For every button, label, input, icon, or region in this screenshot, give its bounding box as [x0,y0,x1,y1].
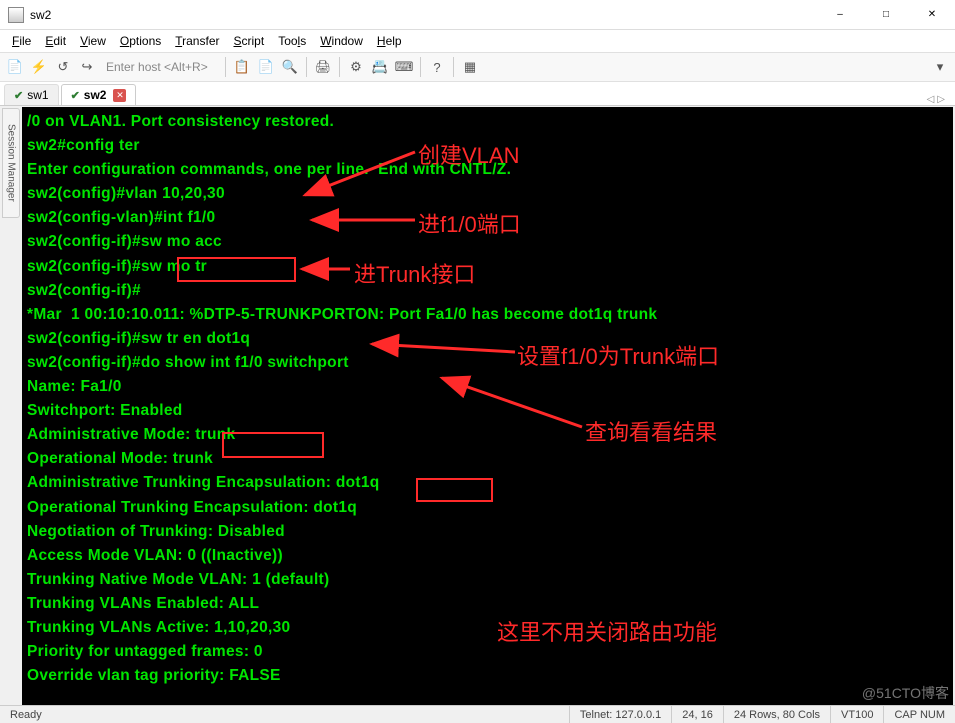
terminal-line: sw2(config-if)#do show int f1/0 switchpo… [27,351,948,375]
minimize-button[interactable]: – [817,0,863,30]
close-button[interactable]: ✕ [909,0,955,30]
settings-icon[interactable]: ⚙ [345,56,367,78]
status-position: 24, 16 [671,706,723,723]
terminal-line: Override vlan tag priority: FALSE [27,664,948,688]
menu-view[interactable]: View [74,32,112,50]
window-title: sw2 [30,8,51,22]
terminal-line: Trunking VLANs Enabled: ALL [27,592,948,616]
quick-connect-icon[interactable]: ⚡ [28,56,50,78]
menu-help[interactable]: Help [371,32,408,50]
menu-window[interactable]: Window [314,32,369,50]
terminal-line: Operational Mode: trunk [27,447,948,471]
copy-icon[interactable]: 📋 [231,56,253,78]
terminal-line: Administrative Trunking Encapsulation: d… [27,471,948,495]
tab-label: sw2 [84,88,107,102]
terminal-line: Priority for untagged frames: 0 [27,640,948,664]
session-manager-tab[interactable]: Session Manager [2,108,20,218]
session-options-icon[interactable]: 📇 [369,56,391,78]
maximize-button[interactable]: □ [863,0,909,30]
watermark: @51CTO博客 [862,683,949,703]
tab-prev-icon[interactable]: ◁ [927,94,935,105]
terminal-line: Trunking VLANs Active: 1,10,20,30 [27,616,948,640]
tab-close-icon[interactable]: ✕ [113,89,126,102]
check-icon: ✔ [71,89,80,102]
terminal-line: sw2(config-if)#sw mo acc [27,230,948,254]
terminal-line: sw2(config-vlan)#int f1/0 [27,206,948,230]
reconnect-icon[interactable]: ↺ [52,56,74,78]
tab-sw2[interactable]: ✔ sw2 ✕ [61,84,137,105]
app-icon [8,7,24,23]
check-icon: ✔ [14,89,23,102]
terminal-line: Name: Fa1/0 [27,375,948,399]
keymap-icon[interactable]: ⌨ [393,56,415,78]
tab-nav: ◁ ▷ [927,94,951,105]
terminal-line: sw2(config-if)# [27,279,948,303]
menu-options[interactable]: Options [114,32,167,50]
menubar: File Edit View Options Transfer Script T… [0,30,955,52]
help-icon[interactable]: ? [426,56,448,78]
status-connection: Telnet: 127.0.0.1 [569,706,671,723]
statusbar: Ready Telnet: 127.0.0.1 24, 16 24 Rows, … [0,705,955,723]
terminal-line: Operational Trunking Encapsulation: dot1… [27,496,948,520]
terminal-line: sw2(config)#vlan 10,20,30 [27,182,948,206]
terminal-line: sw2#config ter [27,134,948,158]
tab-next-icon[interactable]: ▷ [937,94,945,105]
terminal-line: Administrative Mode: trunk [27,423,948,447]
terminal-line: Negotiation of Trunking: Disabled [27,520,948,544]
tabbar: ✔ sw1 ✔ sw2 ✕ ◁ ▷ [0,82,955,106]
new-session-icon[interactable]: 📄 [4,56,26,78]
toolbar-dropdown-icon[interactable]: ▾ [929,56,951,78]
terminal-line: /0 on VLAN1. Port consistency restored. [27,110,948,134]
terminal-line: Access Mode VLAN: 0 ((Inactive)) [27,544,948,568]
terminal-line: Trunking Native Mode VLAN: 1 (default) [27,568,948,592]
status-term: VT100 [830,706,883,723]
terminal-line: sw2(config-if)#sw mo tr [27,255,948,279]
status-size: 24 Rows, 80 Cols [723,706,830,723]
tile-icon[interactable]: ▦ [459,56,481,78]
menu-edit[interactable]: Edit [39,32,72,50]
menu-file[interactable]: File [6,32,37,50]
disconnect-icon[interactable]: ↪ [76,56,98,78]
tab-label: sw1 [27,88,48,102]
menu-tools[interactable]: Tools [272,32,312,50]
tab-sw1[interactable]: ✔ sw1 [4,84,59,105]
status-capnum: CAP NUM [883,706,955,723]
terminal-line: Enter configuration commands, one per li… [27,158,948,182]
menu-script[interactable]: Script [228,32,271,50]
host-input[interactable]: Enter host <Alt+R> [100,60,220,74]
status-ready: Ready [0,706,52,723]
terminal-line: Switchport: Enabled [27,399,948,423]
paste-icon[interactable]: 📄 [255,56,277,78]
terminal[interactable]: /0 on VLAN1. Port consistency restored.s… [22,107,953,705]
toolbar: 📄 ⚡ ↺ ↪ Enter host <Alt+R> 📋 📄 🔍 🖨 ⚙ 📇 ⌨… [0,52,955,82]
print-icon[interactable]: 🖨 [312,56,334,78]
menu-transfer[interactable]: Transfer [169,32,225,50]
terminal-line: sw2(config-if)#sw tr en dot1q [27,327,948,351]
titlebar: sw2 – □ ✕ [0,0,955,30]
find-icon[interactable]: 🔍 [279,56,301,78]
terminal-line: *Mar 1 00:10:10.011: %DTP-5-TRUNKPORTON:… [27,303,948,327]
